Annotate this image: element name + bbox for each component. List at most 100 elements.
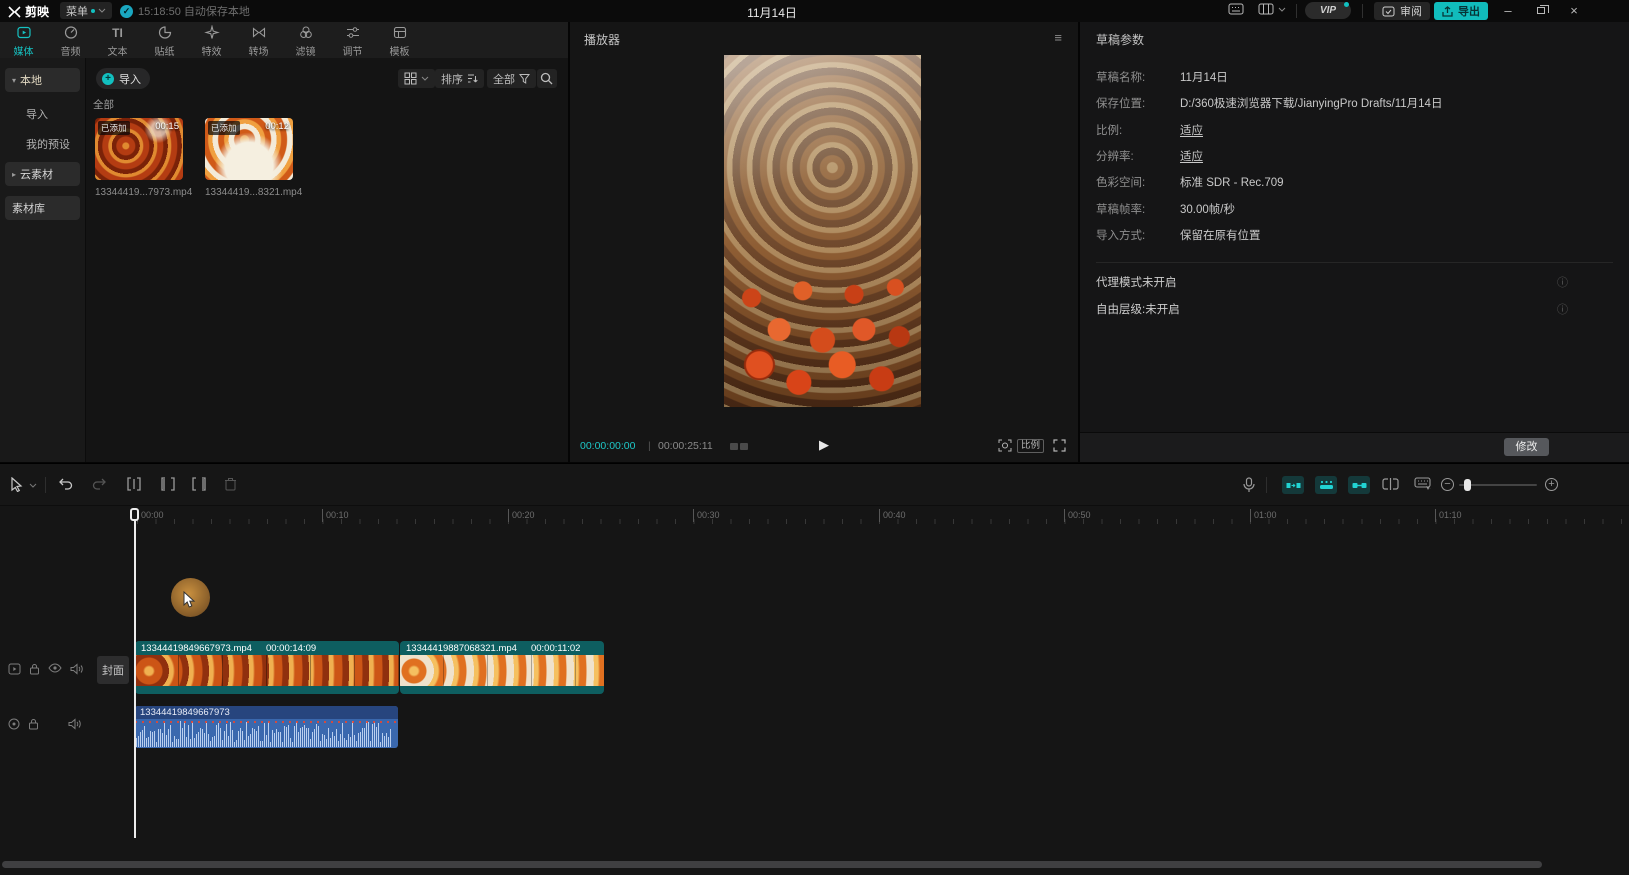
- tab-media[interactable]: 媒体: [0, 22, 47, 58]
- text-icon: TI: [112, 25, 123, 41]
- sort-button[interactable]: 排序: [435, 69, 484, 88]
- tab-transitions[interactable]: 转场: [235, 22, 282, 58]
- info-icon[interactable]: ⓘ: [1557, 301, 1568, 317]
- sidebar-item-cloud[interactable]: ▸ 云素材: [5, 162, 80, 186]
- track-type-icon[interactable]: [8, 663, 21, 675]
- sidebar-item-local[interactable]: ▾ 本地: [5, 68, 80, 92]
- import-button[interactable]: + 导入: [96, 68, 150, 89]
- tab-audio[interactable]: 音频: [47, 22, 94, 58]
- export-button[interactable]: 导出: [1434, 2, 1488, 20]
- preview-quality-icon[interactable]: [730, 443, 748, 450]
- close-button[interactable]: ×: [1560, 0, 1588, 22]
- vip-button[interactable]: VIP: [1305, 2, 1351, 19]
- tab-label: 滤镜: [296, 43, 316, 58]
- record-voiceover-icon[interactable]: [1243, 477, 1255, 493]
- param-row: 自由层级: 未开启 ⓘ: [1096, 295, 1613, 322]
- search-button[interactable]: [537, 69, 557, 88]
- tab-sticker[interactable]: 贴纸: [141, 22, 188, 58]
- maximize-button[interactable]: [1527, 0, 1555, 22]
- review-button[interactable]: 审阅: [1374, 2, 1430, 20]
- clip-filmstrip: [135, 655, 399, 686]
- info-icon[interactable]: ⓘ: [1557, 274, 1568, 290]
- player-title: 播放器: [584, 31, 620, 48]
- timeline-audio-clip[interactable]: 13344419849667973: [135, 706, 398, 748]
- total-timecode: 00:00:25:11: [658, 440, 713, 452]
- zoom-slider-knob[interactable]: [1464, 479, 1471, 491]
- keyboard-shortcuts-icon[interactable]: [1228, 3, 1244, 15]
- timeline-ruler[interactable]: 00:00 00:10 00:20 00:30 00:40 00:50 01:0…: [0, 506, 1629, 528]
- param-row: 草稿名称:11月14日: [1096, 64, 1613, 90]
- tab-effects[interactable]: 特效: [188, 22, 235, 58]
- sidebar-item-presets[interactable]: 我的预设: [26, 136, 85, 152]
- media-item[interactable]: 已添加 00:15 13344419...7973.mp4: [95, 118, 183, 198]
- ruler-label: 00:10: [322, 509, 349, 522]
- video-track-controls: [8, 663, 83, 675]
- tab-text[interactable]: TI 文本: [94, 22, 141, 58]
- sidebar-item-import[interactable]: 导入: [26, 106, 85, 122]
- view-mode-button[interactable]: [398, 69, 435, 88]
- play-button[interactable]: ▶: [819, 437, 829, 453]
- tab-label: 媒体: [14, 43, 34, 58]
- lock-icon[interactable]: [28, 718, 39, 730]
- chevron-down-icon[interactable]: [1278, 7, 1286, 12]
- check-icon: ✓: [120, 5, 133, 18]
- redo-icon[interactable]: [92, 477, 107, 491]
- layout-switch-icon[interactable]: [1258, 3, 1274, 15]
- sidebar-item-library[interactable]: 素材库: [5, 196, 80, 220]
- select-tool-icon[interactable]: [10, 477, 23, 492]
- player-menu-icon[interactable]: ≡: [1054, 30, 1062, 45]
- cover-button[interactable]: 封面: [97, 656, 129, 684]
- modify-button[interactable]: 修改: [1504, 438, 1549, 456]
- split-icon[interactable]: [126, 477, 142, 491]
- delete-icon[interactable]: [224, 477, 237, 491]
- playhead[interactable]: [134, 509, 136, 838]
- fullscreen-icon[interactable]: [1053, 439, 1066, 452]
- tab-templates[interactable]: 模板: [376, 22, 423, 58]
- media-item[interactable]: 已添加 00:12 13344419...8321.mp4: [205, 118, 293, 198]
- undo-icon[interactable]: [58, 477, 73, 491]
- trim-left-icon[interactable]: [159, 477, 175, 491]
- minimize-button[interactable]: –: [1494, 0, 1522, 22]
- snapshot-icon[interactable]: [998, 439, 1012, 452]
- divider: [45, 477, 46, 493]
- chevron-down-icon: [98, 8, 106, 13]
- main-track-magnet-toggle[interactable]: [1282, 476, 1304, 494]
- linkage-toggle[interactable]: [1348, 476, 1370, 494]
- zoom-out-button[interactable]: −: [1441, 478, 1454, 491]
- eye-icon[interactable]: [48, 663, 62, 673]
- trim-right-icon[interactable]: [192, 477, 208, 491]
- plus-icon: +: [102, 73, 114, 85]
- horizontal-scrollbar[interactable]: [2, 861, 1542, 868]
- track-toggle-icon[interactable]: [8, 718, 20, 730]
- ratio-button[interactable]: 比例: [1017, 439, 1044, 453]
- shortcut-keys-icon[interactable]: [1414, 477, 1431, 490]
- tab-filters[interactable]: 滤镜: [282, 22, 329, 58]
- timeline-zoom-slider[interactable]: [1459, 484, 1537, 486]
- mute-icon[interactable]: [68, 718, 81, 730]
- menu-button[interactable]: 菜单: [60, 2, 112, 19]
- export-icon: [1442, 6, 1453, 17]
- ruler-label: 01:10: [1435, 509, 1462, 522]
- media-panel: 媒体 音频 TI 文本 贴纸 特效 转场: [0, 22, 568, 462]
- media-icon: [16, 25, 32, 41]
- preview-axis-icon[interactable]: [1382, 477, 1399, 491]
- tab-adjust[interactable]: 调节: [329, 22, 376, 58]
- tab-label: 特效: [202, 43, 222, 58]
- chevron-down-icon[interactable]: [29, 483, 37, 488]
- timeline-video-clip-2[interactable]: 13344419887068321.mp4 00:00:11:02: [400, 641, 604, 694]
- ruler-label: 00:50: [1064, 509, 1091, 522]
- param-row: 比例:适应: [1096, 117, 1613, 143]
- search-icon: [540, 72, 553, 85]
- timeline-video-clip-1[interactable]: 13344419849667973.mp4 00:00:14:09: [135, 641, 399, 694]
- param-row: 色彩空间:标准 SDR - Rec.709: [1096, 169, 1613, 195]
- video-preview[interactable]: [724, 55, 921, 407]
- mute-icon[interactable]: [70, 663, 83, 675]
- player-panel: 播放器 ≡ 00:00:00:00 | 00:00:25:11 ▶ 比例: [570, 22, 1078, 462]
- auto-snap-toggle[interactable]: [1315, 476, 1337, 494]
- clip-filename: 13344419849667973.mp4: [141, 643, 252, 654]
- filter-button[interactable]: 全部: [487, 69, 536, 88]
- playhead-handle[interactable]: [130, 508, 139, 521]
- zoom-in-button[interactable]: +: [1545, 478, 1558, 491]
- param-row: 草稿帧率:30.00帧/秒: [1096, 195, 1613, 221]
- lock-icon[interactable]: [29, 663, 40, 675]
